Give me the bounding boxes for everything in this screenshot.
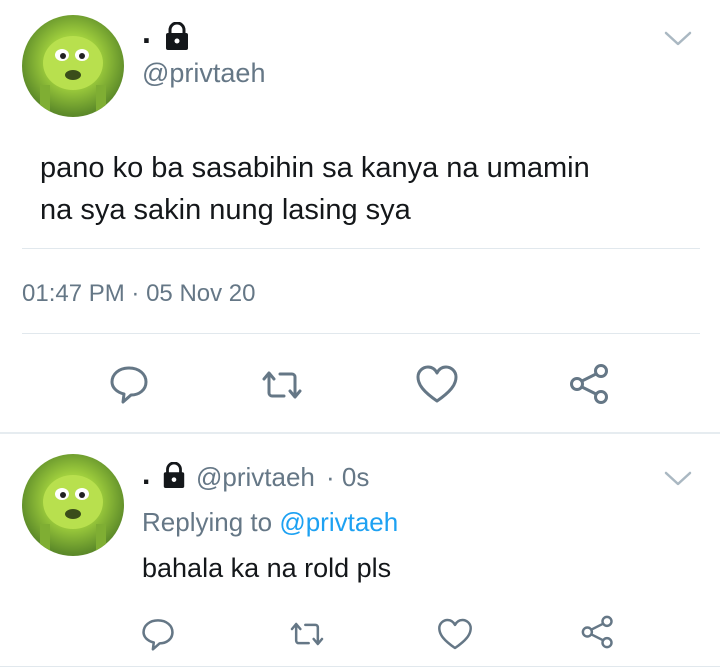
reply-icon[interactable] xyxy=(140,617,176,651)
handle[interactable]: @privtaeh xyxy=(142,58,265,89)
replying-to-link[interactable]: @privtaeh xyxy=(279,507,398,537)
heart-icon[interactable] xyxy=(436,617,474,651)
retweet-icon[interactable] xyxy=(287,619,327,649)
retweet-icon[interactable] xyxy=(258,367,306,403)
tweet-text-line-1: pano ko ba sasabihin sa kanya na umamin xyxy=(40,152,590,184)
divider xyxy=(22,248,700,249)
lock-icon xyxy=(162,22,192,50)
avatar-image xyxy=(40,475,106,556)
tweet-time: 01:47 PM xyxy=(22,280,125,307)
tweet-date: 05 Nov 20 xyxy=(146,280,256,307)
share-icon[interactable] xyxy=(568,362,612,406)
reply-icon[interactable] xyxy=(108,364,150,404)
timestamp-separator: · xyxy=(131,280,140,307)
reply-display-name[interactable]: . xyxy=(142,458,150,492)
timestamp[interactable]: 01:47 PM · 05 Nov 20 xyxy=(22,280,255,308)
display-name[interactable]: . xyxy=(142,14,151,51)
reply-avatar[interactable] xyxy=(22,454,124,556)
avatar-image xyxy=(40,36,106,117)
replying-to: Replying to @privtaeh xyxy=(142,507,398,538)
divider xyxy=(22,333,700,334)
tweet-text: pano ko ba sasabihin sa kanya na umamin … xyxy=(40,147,700,231)
chevron-down-icon[interactable] xyxy=(664,30,692,48)
bottom-divider xyxy=(0,666,720,667)
lock-icon xyxy=(160,462,188,488)
reply-age: · 0s xyxy=(326,462,370,492)
heart-icon[interactable] xyxy=(414,364,460,404)
share-icon[interactable] xyxy=(580,614,616,650)
avatar[interactable] xyxy=(22,15,124,117)
reply-handle[interactable]: @privtaeh xyxy=(196,462,315,493)
reply-text: bahala ka na rold pls xyxy=(142,553,392,583)
replying-to-label: Replying to xyxy=(142,507,273,537)
tweet-separator xyxy=(0,432,720,434)
chevron-down-icon[interactable] xyxy=(664,470,692,488)
tweet-text-line-2: na sya sakin nung lasing sya xyxy=(40,194,411,226)
